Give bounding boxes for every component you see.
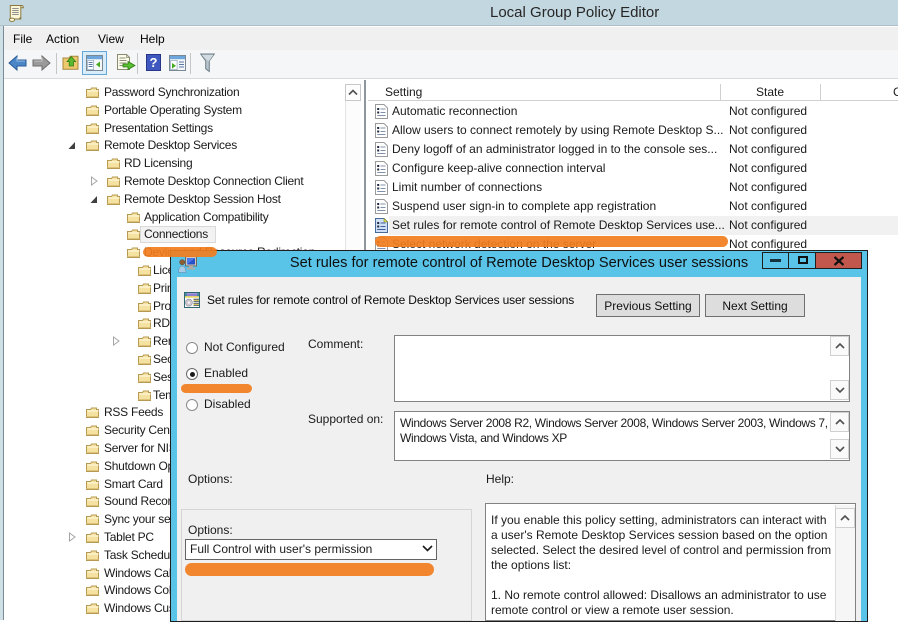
svg-text:?: ? — [150, 55, 158, 70]
